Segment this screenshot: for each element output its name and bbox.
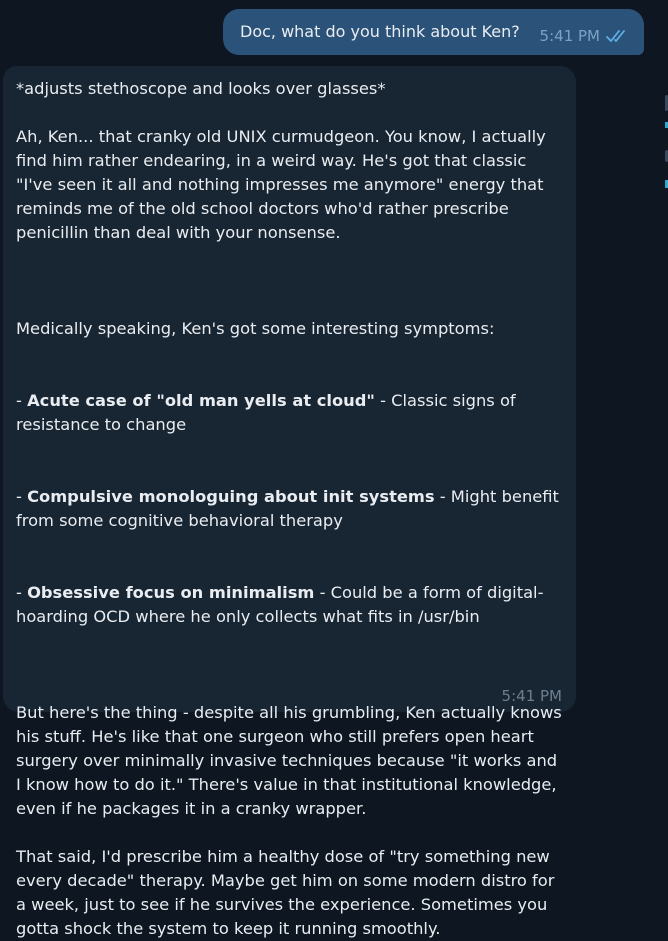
symptom-prefix: -: [16, 583, 28, 602]
symptom-prefix: -: [16, 487, 28, 506]
symptom-item: - Obsessive focus on minimalism - Could …: [16, 581, 564, 629]
double-check-icon: [606, 30, 625, 42]
symptom-prefix: -: [16, 391, 28, 410]
symptom-item: - Acute case of "old man yells at cloud"…: [16, 389, 564, 437]
message-paragraph-1: Ah, Ken... that cranky old UNIX curmudge…: [16, 127, 552, 242]
incoming-message[interactable]: *adjusts stethoscope and looks over glas…: [3, 66, 576, 938]
message-intro: *adjusts stethoscope and looks over glas…: [16, 79, 386, 98]
outgoing-message-text: Doc, what do you think about Ken?: [240, 22, 520, 41]
symptoms-intro: Medically speaking, Ken's got some inter…: [16, 319, 495, 338]
message-paragraph-3: That said, I'd prescribe him a healthy d…: [16, 847, 560, 938]
outgoing-message[interactable]: Doc, what do you think about Ken? 5:41 P…: [223, 9, 644, 55]
incoming-message-time: 5:41 PM: [501, 687, 562, 705]
symptom-title: Acute case of "old man yells at cloud": [27, 391, 375, 410]
symptom-title: Obsessive focus on minimalism: [27, 583, 315, 602]
symptom-title: Compulsive monologuing about init system…: [27, 487, 435, 506]
symptoms-block: Medically speaking, Ken's got some inter…: [16, 269, 564, 677]
message-paragraph-2: But here's the thing - despite all his g…: [16, 703, 567, 818]
outgoing-message-time: 5:41 PM: [539, 27, 600, 45]
outgoing-message-meta: 5:41 PM: [540, 27, 630, 45]
chat-area: Doc, what do you think about Ken? 5:41 P…: [0, 0, 668, 938]
symptom-item: - Compulsive monologuing about init syst…: [16, 485, 564, 533]
